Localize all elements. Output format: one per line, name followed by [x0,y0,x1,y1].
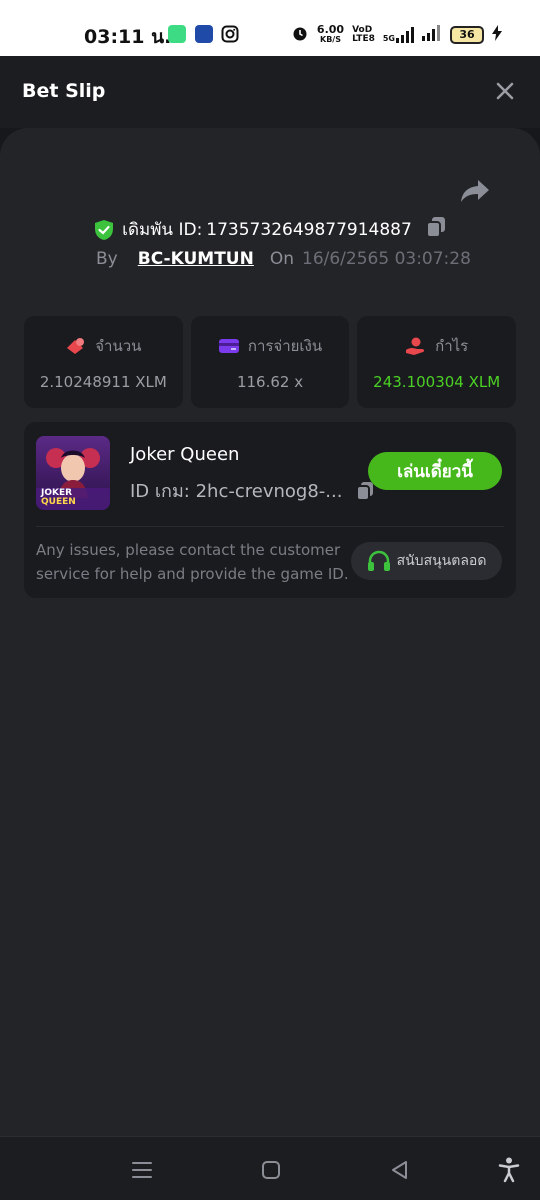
stat-value: 116.62 x [236,373,304,391]
speed-value: 6.00 [316,22,345,36]
support-button[interactable]: สนับสนุนตลอด [351,542,502,580]
shield-check-icon [95,219,114,240]
home-button[interactable] [256,1155,286,1185]
battery-indicator: 36 [450,25,484,44]
stat-payout-label-row: การจ่ายเงิน [218,333,322,359]
close-button[interactable] [490,76,520,106]
vpn-app-icon [195,25,213,43]
divider [36,526,504,527]
network-speed: 6.00 KB/S [316,22,345,45]
stat-label: จำนวน [95,337,142,355]
copy-icon [425,217,445,238]
recents-button[interactable] [127,1155,157,1185]
game-id: ID เกม: 2hc-crevnog8-... [130,481,343,502]
volte-icon: VoD LTE8 [352,24,375,44]
share-button[interactable] [460,178,494,208]
back-triangle-icon [392,1161,407,1179]
profit-hand-icon [406,337,425,355]
page-title: Bet Slip [22,80,106,102]
charging-icon [492,25,502,44]
headset-icon [367,550,390,571]
copy-bet-id-button[interactable] [425,216,446,243]
thumb-title-2: QUEEN [41,497,76,507]
by-label: By [96,249,118,269]
speed-unit: KB/S [320,34,341,44]
amount-icon [67,338,85,354]
bet-datetime: 16/6/2565 03:07:28 [302,249,471,269]
stat-amount-label-row: จำนวน [65,333,141,359]
bet-id-label: เดิมพัน ID: [122,220,203,240]
user-link[interactable]: BC-KUMTUN [138,249,254,269]
share-icon [461,180,489,202]
bet-slip-header: Bet Slip [0,56,540,128]
close-icon [496,82,514,100]
stat-amount: จำนวน 2.10248911 XLM [24,316,183,408]
home-square-icon [262,1161,280,1179]
game-name: Joker Queen [130,444,240,465]
status-time: 03:11 น. [84,26,172,48]
network-type: 5G [382,33,395,43]
alarm-icon [291,24,309,45]
support-note: Any issues, please contact the customer … [36,541,349,583]
menu-lines-icon [132,1162,152,1178]
bet-id-value: 1735732649877914887 [206,219,412,240]
support-label: สนับสนุนตลอด [396,553,487,569]
stat-profit-label-row: กำไร [405,333,468,359]
on-label: On [269,249,294,269]
back-button[interactable] [385,1155,415,1185]
game-id-row: ID เกม: 2hc-crevnog8-... [130,476,374,505]
stat-label: การจ่ายเงิน [247,337,323,355]
bet-slip-sheet: เดิมพัน ID: 1735732649877914887 By BC-KU… [0,128,540,1136]
game-card: JOKER QUEEN Joker Queen ID เกม: 2hc-crev… [24,422,516,598]
instagram-icon [221,25,239,47]
bet-stats: จำนวน 2.10248911 XLM การจ่ายเงิน 116.62 … [24,316,517,408]
stat-label: กำไร [435,337,469,355]
stat-payout: การจ่ายเงิน 116.62 x [190,316,350,408]
accessibility-icon [498,1157,520,1183]
stat-profit: กำไร 243.100304 XLM [357,316,517,408]
bet-meta-row: By BC-KUMTUN On 16/6/2565 03:07:28 [96,249,471,269]
bet-id-row: เดิมพัน ID: 1735732649877914887 [0,216,540,243]
signal-icon [422,25,442,44]
accessibility-button[interactable] [494,1155,524,1185]
play-now-button[interactable]: เล่นเดี๋ยวนี้ [368,452,502,490]
stat-value: 2.10248911 XLM [39,373,167,391]
status-right: 6.00 KB/S VoD LTE8 5G 36 [291,24,502,45]
status-bar: 03:11 น. 6.00 KB/S VoD LTE8 5G 36 [0,0,540,56]
signal-5g-icon: 5G [382,26,414,43]
stat-value: 243.100304 XLM [373,373,501,391]
system-navigation-bar [0,1136,540,1200]
battery-app-icon [168,25,186,43]
card-icon [218,339,239,353]
game-thumbnail[interactable]: JOKER QUEEN [36,436,110,510]
